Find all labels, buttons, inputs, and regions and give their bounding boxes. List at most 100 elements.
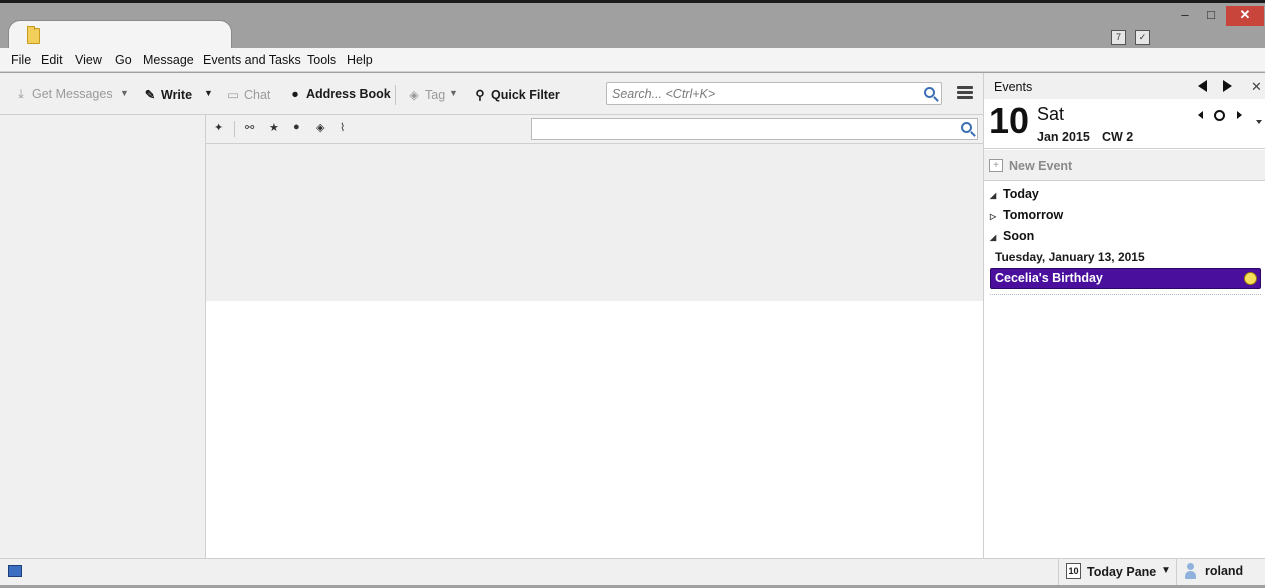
new-event-button[interactable]: + New Event [984, 150, 1265, 181]
menu-view[interactable]: View [75, 53, 102, 67]
today-pane-toggle[interactable]: 10 Today Pane ▼ [1058, 559, 1176, 586]
day-name: Sat [1037, 104, 1065, 124]
agenda-section-label: Today [1003, 187, 1039, 201]
agenda-section-tomorrow[interactable]: ▷ Tomorrow [990, 208, 1063, 222]
tag-icon: ◈ [409, 88, 419, 102]
go-to-today-icon[interactable] [1214, 110, 1225, 121]
expanded-twisty-icon: ◢ [990, 233, 997, 242]
user-status[interactable]: roland [1176, 559, 1265, 586]
expanded-twisty-icon: ◢ [990, 191, 997, 200]
agenda-section-soon[interactable]: ◢ Soon [990, 229, 1034, 243]
user-icon [1185, 563, 1196, 580]
agenda-section-label: Soon [1003, 229, 1035, 243]
mail-toolbar: ⤓ Get Messages ▼ ✎ Write ▼ ▭ Chat ● Address … [0, 73, 983, 115]
agenda-divider [990, 294, 1261, 295]
today-pane-toggle-label: Today Pane [1087, 565, 1157, 579]
get-messages-label: Get Messages [32, 87, 113, 101]
global-search-box[interactable] [606, 82, 942, 105]
title-bar: 7 ✓ – □ ✕ [0, 0, 1265, 51]
global-search-input[interactable] [607, 83, 907, 104]
status-panels: 10 Today Pane ▼ roland [1018, 559, 1265, 586]
new-event-label: New Event [1009, 159, 1073, 173]
chevron-down-icon: ▼ [1161, 565, 1171, 576]
attachment-filter-icon[interactable]: ⌇ [340, 121, 345, 134]
menu-go[interactable]: Go [115, 53, 132, 67]
contact-filter-icon[interactable]: ● [293, 121, 300, 133]
message-pane[interactable] [206, 301, 983, 558]
folder-icon [27, 26, 40, 44]
filter-messages-box[interactable] [531, 118, 978, 140]
write-button[interactable]: ✎ Write [143, 87, 192, 102]
day-number: 10 [989, 100, 1030, 141]
chat-label: Chat [244, 88, 271, 102]
unread-filter-icon[interactable]: ⚯ [245, 121, 254, 134]
person-icon: ● [291, 87, 299, 101]
thread-pane[interactable] [206, 144, 983, 301]
app-menu-button[interactable] [957, 86, 973, 100]
address-book-button[interactable]: ● Address Book [288, 87, 391, 101]
agenda-date-heading: Tuesday, January 13, 2015 [995, 250, 1145, 264]
menu-bar-line [957, 96, 973, 99]
write-dropdown[interactable]: ▼ [204, 88, 213, 98]
menu-help[interactable]: Help [347, 53, 373, 67]
pencil-icon: ✎ [144, 88, 156, 102]
tag-dropdown[interactable]: ▼ [449, 88, 458, 98]
menu-bar-line [957, 86, 973, 89]
menu-events-and-tasks[interactable]: Events and Tasks [203, 53, 301, 67]
calendar-tab-icon[interactable]: 7 [1111, 30, 1126, 45]
online-status-icon[interactable] [8, 565, 22, 577]
event-title: Cecelia's Birthday [995, 271, 1103, 285]
agenda-event[interactable]: Cecelia's Birthday [990, 268, 1261, 289]
tab-mail[interactable] [8, 20, 232, 51]
search-icon[interactable] [924, 87, 935, 98]
tasks-tab-icon[interactable]: ✓ [1135, 30, 1150, 45]
download-icon: ⤓ [18, 87, 24, 101]
close-today-pane-icon[interactable]: ✕ [1251, 79, 1262, 95]
next-view-icon[interactable] [1223, 80, 1232, 92]
folder-pane[interactable] [5, 115, 206, 558]
minimize-button[interactable]: – [1172, 6, 1198, 26]
tag-button[interactable]: ◈ Tag [407, 87, 445, 102]
chat-bubble-icon: ▭ [227, 88, 239, 102]
mini-month-dropdown-icon[interactable] [1256, 120, 1262, 124]
starred-filter-icon[interactable]: ★ [269, 121, 279, 134]
collapsed-twisty-icon: ▷ [990, 212, 997, 221]
quick-filter-label: Quick Filter [491, 88, 560, 102]
quick-filter-bar: ✦ ⚯ ★ ● ◈ ⌇ [206, 115, 983, 144]
chat-button[interactable]: ▭ Chat [226, 87, 270, 102]
address-book-label: Address Book [306, 87, 391, 101]
menu-bar-line [957, 91, 973, 94]
menu-file[interactable]: File [11, 53, 31, 67]
filter-messages-input[interactable] [532, 119, 952, 139]
calendar-week: CW 2 [1102, 130, 1134, 144]
tag-label: Tag [425, 88, 446, 102]
menu-message[interactable]: Message [143, 53, 194, 67]
next-day-icon[interactable] [1237, 111, 1242, 119]
filter-search-icon[interactable] [961, 122, 972, 133]
filter-separator [234, 121, 235, 137]
menu-tools[interactable]: Tools [307, 53, 336, 67]
agenda-section-today[interactable]: ◢ Today [990, 187, 1039, 201]
today-pane: Events ✕ 10 Sat Jan 2015 CW 2 + New Even… [983, 73, 1265, 558]
toolbar-separator [395, 85, 396, 105]
today-pane-header: Events ✕ [984, 73, 1265, 99]
tags-filter-icon[interactable]: ◈ [316, 121, 324, 134]
magnifier-icon: ⚲ [475, 88, 485, 102]
previous-day-icon[interactable] [1198, 111, 1203, 119]
agenda-section-label: Tomorrow [1003, 208, 1064, 222]
write-label: Write [161, 88, 193, 102]
today-pane-date: 10 Sat Jan 2015 CW 2 [984, 99, 1265, 149]
month-year: Jan 2015 [1037, 130, 1090, 144]
calendar-day-icon: 10 [1066, 563, 1081, 579]
close-button[interactable]: ✕ [1226, 6, 1264, 26]
quick-filter-button[interactable]: ⚲ Quick Filter [473, 87, 560, 102]
get-messages-dropdown[interactable]: ▼ [120, 88, 129, 98]
sticky-pin-icon[interactable]: ✦ [214, 121, 223, 134]
previous-view-icon[interactable] [1198, 80, 1207, 92]
today-pane-title: Events [994, 80, 1033, 94]
menu-edit[interactable]: Edit [41, 53, 63, 67]
reminder-icon [1244, 272, 1257, 285]
maximize-button[interactable]: □ [1198, 6, 1224, 26]
menu-bar: File Edit View Go Message Events and Tas… [0, 48, 1265, 72]
get-messages-button[interactable]: ⤓ Get Messages [14, 87, 113, 102]
